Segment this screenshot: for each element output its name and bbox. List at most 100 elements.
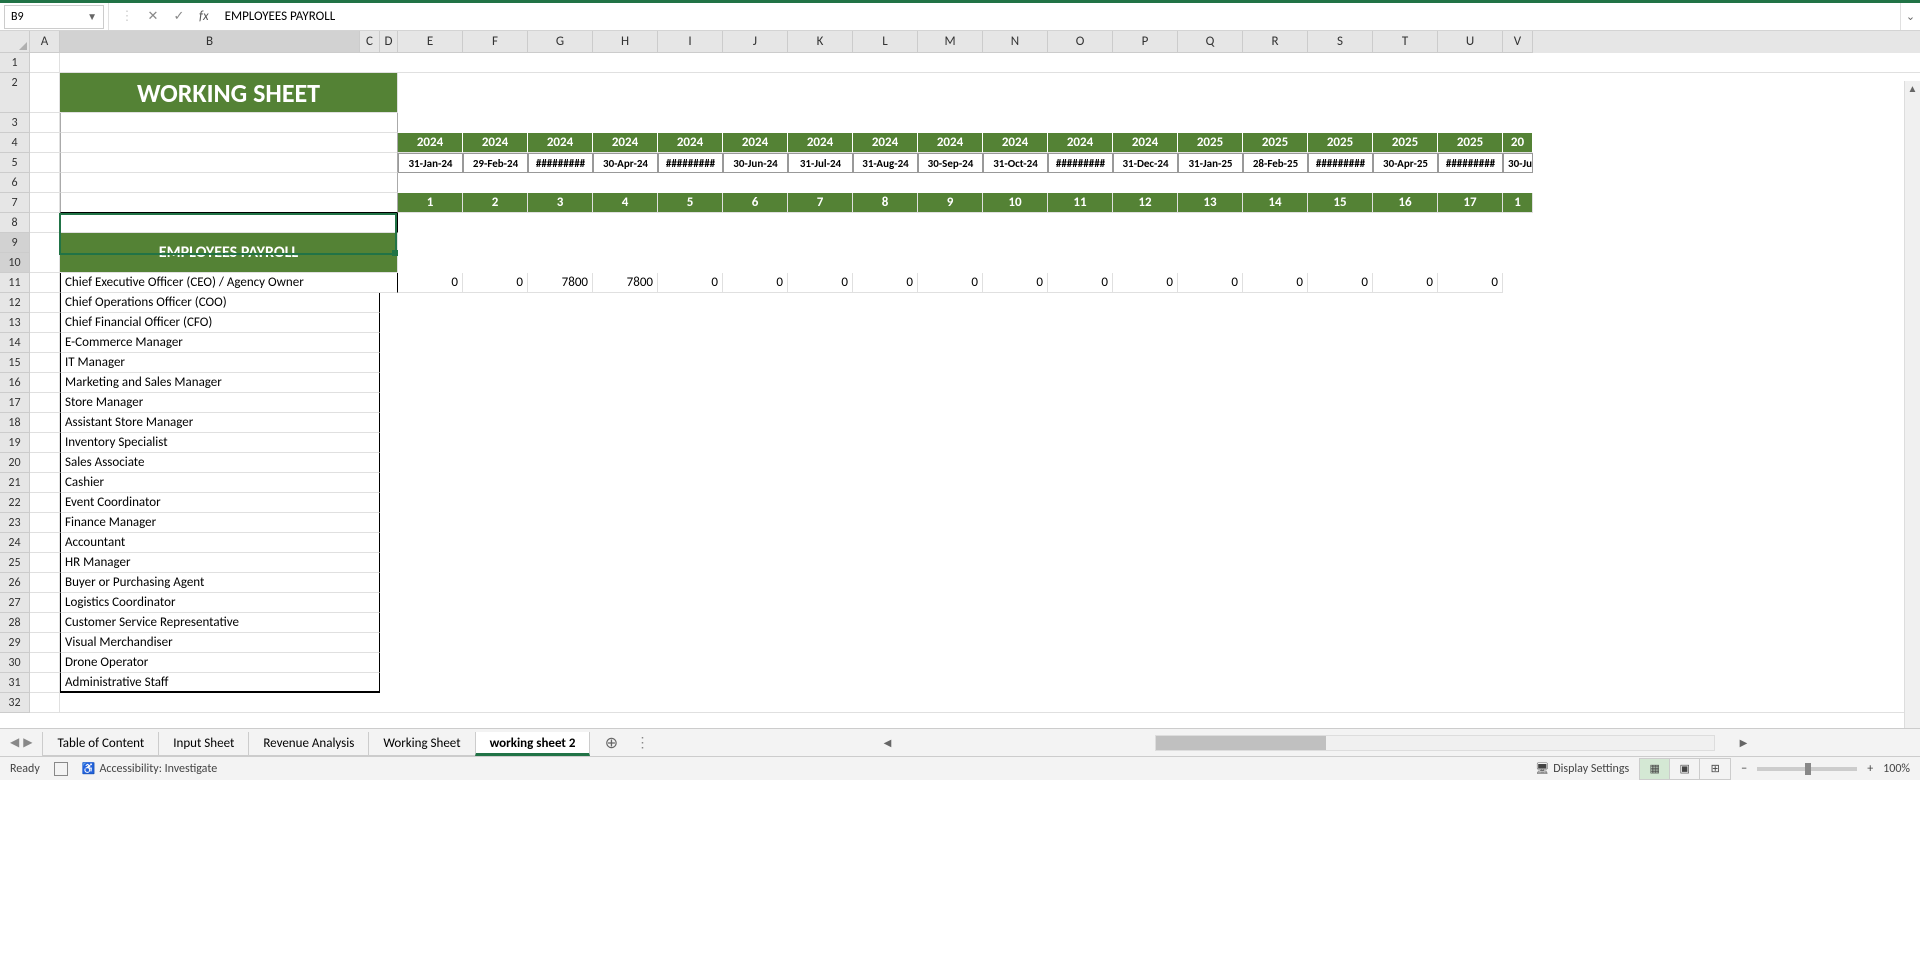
col-header-B[interactable]: B (60, 31, 360, 53)
col-header-L[interactable]: L (853, 31, 918, 53)
col-header-S[interactable]: S (1308, 31, 1373, 53)
month-number-cell[interactable]: 3 (528, 193, 593, 213)
year-cell[interactable]: 2024 (918, 133, 983, 153)
cell[interactable] (60, 193, 398, 213)
cell[interactable] (30, 193, 60, 213)
cell[interactable] (30, 413, 60, 433)
date-cell[interactable]: 29-Feb-24 (463, 153, 528, 173)
horizontal-scrollbar[interactable] (1155, 735, 1715, 751)
row-header-13[interactable]: 13 (0, 313, 30, 333)
cell[interactable] (60, 133, 398, 153)
col-header-O[interactable]: O (1048, 31, 1113, 53)
year-cell[interactable]: 2025 (1243, 133, 1308, 153)
value-cell[interactable]: 0 (1243, 273, 1308, 293)
row-header-7[interactable]: 7 (0, 193, 30, 213)
sheet-tab[interactable]: Revenue Analysis (248, 732, 369, 756)
role-cell[interactable]: Marketing and Sales Manager (60, 373, 380, 393)
row-header-3[interactable]: 3 (0, 113, 30, 133)
cell[interactable] (30, 313, 60, 333)
zoom-out-button[interactable]: − (1741, 762, 1747, 776)
role-cell[interactable]: Buyer or Purchasing Agent (60, 573, 380, 593)
row-header-22[interactable]: 22 (0, 493, 30, 513)
col-header-R[interactable]: R (1243, 31, 1308, 53)
value-cell[interactable]: 0 (1438, 273, 1503, 293)
month-number-cell[interactable]: 1 (398, 193, 463, 213)
zoom-in-button[interactable]: + (1867, 762, 1873, 776)
cell[interactable] (30, 73, 60, 113)
role-cell[interactable]: Finance Manager (60, 513, 380, 533)
col-header-G[interactable]: G (528, 31, 593, 53)
year-cell[interactable]: 2024 (463, 133, 528, 153)
cell[interactable] (30, 673, 60, 693)
month-number-cell[interactable]: 13 (1178, 193, 1243, 213)
cell[interactable] (30, 173, 60, 193)
row-header-26[interactable]: 26 (0, 573, 30, 593)
cell[interactable] (30, 693, 60, 713)
role-cell[interactable]: Assistant Store Manager (60, 413, 380, 433)
col-header-C[interactable]: C (360, 31, 380, 53)
year-cell[interactable]: 2024 (788, 133, 853, 153)
date-cell[interactable]: 31-Jan-24 (398, 153, 463, 173)
year-cell[interactable]: 2024 (983, 133, 1048, 153)
row-header-12[interactable]: 12 (0, 293, 30, 313)
row-header-5[interactable]: 5 (0, 153, 30, 173)
month-number-cell[interactable]: 11 (1048, 193, 1113, 213)
role-cell[interactable]: Store Manager (60, 393, 380, 413)
role-cell[interactable]: Inventory Specialist (60, 433, 380, 453)
cell[interactable] (30, 473, 60, 493)
month-number-cell[interactable]: 4 (593, 193, 658, 213)
role-cell[interactable]: Sales Associate (60, 453, 380, 473)
macro-record-icon[interactable] (54, 762, 68, 776)
date-cell[interactable]: 31-Jan-25 (1178, 153, 1243, 173)
cell[interactable] (30, 133, 60, 153)
hscroll-left-icon[interactable]: ◀ (879, 736, 895, 749)
employees-payroll-header[interactable]: EMPLOYEES PAYROLL (60, 233, 398, 273)
year-cell[interactable]: 2025 (1373, 133, 1438, 153)
year-cell[interactable]: 2024 (1113, 133, 1178, 153)
name-box-dropdown-icon[interactable]: ▼ (87, 10, 97, 23)
year-cell[interactable]: 2024 (398, 133, 463, 153)
value-cell[interactable]: 7800 (593, 273, 658, 293)
col-header-I[interactable]: I (658, 31, 723, 53)
hscroll-thumb[interactable] (1156, 736, 1326, 750)
row-header-21[interactable]: 21 (0, 473, 30, 493)
col-header-K[interactable]: K (788, 31, 853, 53)
role-cell[interactable]: Accountant (60, 533, 380, 553)
month-number-cell[interactable]: 17 (1438, 193, 1503, 213)
cell[interactable] (30, 573, 60, 593)
role-cell[interactable]: Cashier (60, 473, 380, 493)
normal-view-icon[interactable]: ▦ (1640, 759, 1670, 779)
cell[interactable] (60, 693, 1920, 713)
cell[interactable] (30, 433, 60, 453)
row-header-23[interactable]: 23 (0, 513, 30, 533)
cell[interactable] (30, 293, 60, 313)
col-header-H[interactable]: H (593, 31, 658, 53)
row-header-18[interactable]: 18 (0, 413, 30, 433)
row-header-20[interactable]: 20 (0, 453, 30, 473)
date-cell[interactable]: ######### (1048, 153, 1113, 173)
role-cell[interactable]: IT Manager (60, 353, 380, 373)
date-cell[interactable]: ######### (658, 153, 723, 173)
col-header-Q[interactable]: Q (1178, 31, 1243, 53)
cell[interactable] (60, 113, 398, 133)
cell[interactable] (30, 393, 60, 413)
value-cell[interactable]: 0 (1048, 273, 1113, 293)
col-header-D[interactable]: D (380, 31, 398, 53)
cell[interactable] (30, 513, 60, 533)
row-header-9[interactable]: 9 (0, 233, 30, 253)
month-number-cell[interactable]: 16 (1373, 193, 1438, 213)
date-cell[interactable]: 31-Oct-24 (983, 153, 1048, 173)
scroll-up-icon[interactable]: ▲ (1905, 81, 1920, 97)
zoom-slider[interactable] (1757, 767, 1857, 771)
cell[interactable] (30, 153, 60, 173)
row-header-4[interactable]: 4 (0, 133, 30, 153)
row-header-10[interactable]: 10 (0, 253, 30, 273)
year-cell[interactable]: 2024 (658, 133, 723, 153)
row-header-16[interactable]: 16 (0, 373, 30, 393)
col-header-P[interactable]: P (1113, 31, 1178, 53)
cell[interactable] (30, 613, 60, 633)
value-cell[interactable]: 0 (1308, 273, 1373, 293)
row-header-17[interactable]: 17 (0, 393, 30, 413)
row-header-15[interactable]: 15 (0, 353, 30, 373)
row-header-6[interactable]: 6 (0, 173, 30, 193)
